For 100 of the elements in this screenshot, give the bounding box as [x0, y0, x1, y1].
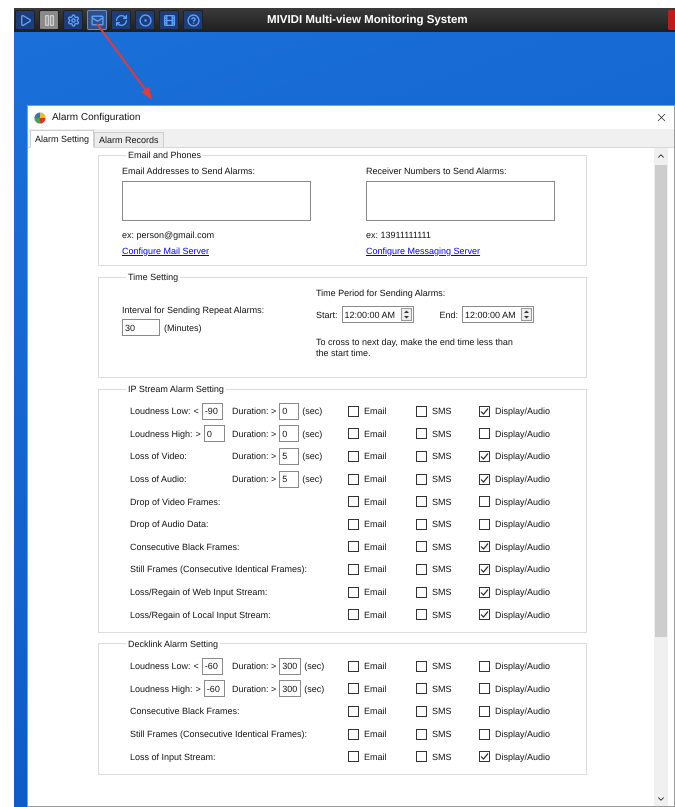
toolbar-button[interactable]: [135, 10, 155, 30]
toolbar-button[interactable]: [63, 10, 83, 30]
checkbox[interactable]: Display/Audio: [479, 496, 579, 508]
threshold-field[interactable]: -60: [204, 680, 225, 698]
checkbox[interactable]: SMS: [416, 751, 479, 762]
checkbox[interactable]: Email: [348, 609, 416, 620]
scrollbar-thumb[interactable]: [655, 165, 667, 637]
checkbox[interactable]: SMS: [416, 428, 479, 440]
checkbox[interactable]: Email: [348, 541, 416, 552]
checkbox[interactable]: Display/Audio: [479, 751, 579, 762]
checkbox[interactable]: Display/Audio: [479, 660, 579, 672]
checkbox[interactable]: SMS: [416, 541, 479, 552]
checkbox[interactable]: Email: [348, 706, 416, 717]
spin-arrows-icon[interactable]: [400, 308, 412, 321]
checkbox[interactable]: SMS: [416, 496, 479, 508]
configure-link[interactable]: Configure Messaging Server: [366, 246, 480, 256]
duration-label: Duration: >: [232, 428, 276, 439]
checkbox[interactable]: Display/Audio: [479, 609, 579, 620]
duration-field[interactable]: 0: [279, 425, 300, 442]
play-icon: [18, 14, 32, 26]
checkbox[interactable]: Email: [348, 450, 416, 462]
checkbox[interactable]: Email: [348, 496, 416, 508]
checkbox[interactable]: SMS: [416, 683, 479, 694]
film-strip-icon: [162, 14, 176, 26]
duration-label: Duration: >: [232, 451, 276, 462]
checkbox[interactable]: Email: [348, 428, 416, 440]
checkbox[interactable]: Display/Audio: [479, 586, 579, 598]
checkbox[interactable]: Email: [348, 518, 416, 530]
checkbox[interactable]: SMS: [416, 406, 479, 417]
operator-label: <: [194, 661, 199, 672]
checkbox[interactable]: Display/Audio: [479, 450, 579, 462]
time-spinner[interactable]: 12:00:00 AM: [462, 306, 534, 323]
operator-label: >: [196, 428, 201, 439]
tab[interactable]: Alarm Records: [94, 132, 164, 147]
checkbox[interactable]: Display/Audio: [479, 683, 579, 694]
group-title: Time Setting: [127, 272, 180, 282]
checkbox[interactable]: SMS: [416, 450, 479, 462]
checkbox[interactable]: Email: [348, 660, 416, 672]
checkbox[interactable]: SMS: [416, 660, 479, 672]
interval-field[interactable]: 30: [122, 319, 160, 336]
checkmark-icon: [480, 610, 489, 620]
alarm-label: Consecutive Black Frames:: [130, 542, 241, 552]
spin-arrows-icon[interactable]: [521, 308, 532, 321]
duration-field[interactable]: 0: [279, 402, 300, 420]
duration-field[interactable]: 300: [279, 658, 302, 675]
duration-label: Duration: >: [232, 661, 276, 672]
unit-label: (sec): [302, 474, 322, 484]
checkbox[interactable]: SMS: [416, 586, 479, 598]
checkbox[interactable]: Email: [348, 474, 416, 485]
duration-field[interactable]: 5: [279, 470, 300, 488]
checkbox[interactable]: Display/Audio: [479, 518, 579, 530]
checkbox[interactable]: Display/Audio: [479, 428, 579, 440]
alarm-label: Loss of Input Stream:: [130, 752, 217, 762]
time-spinner[interactable]: 12:00:00 AM: [342, 306, 414, 323]
checkmark-icon: [480, 474, 489, 484]
alarm-label: Consecutive Black Frames:: [130, 706, 241, 716]
checkbox[interactable]: SMS: [416, 518, 479, 530]
toolbar-button[interactable]: [15, 10, 35, 30]
checkbox[interactable]: SMS: [416, 609, 479, 620]
group-title: Decklink Alarm Setting: [127, 638, 220, 649]
checkmark-icon: [480, 452, 489, 461]
checkbox[interactable]: Email: [348, 564, 416, 575]
checkbox[interactable]: Display/Audio: [479, 728, 579, 740]
checkbox[interactable]: Email: [348, 406, 416, 417]
checkbox[interactable]: Display/Audio: [479, 474, 579, 485]
checkbox[interactable]: Display/Audio: [479, 706, 579, 717]
threshold-field[interactable]: -60: [202, 658, 223, 675]
duration-label: Duration: >: [232, 684, 276, 694]
checkbox[interactable]: SMS: [416, 706, 479, 717]
checkbox[interactable]: Display/Audio: [479, 406, 579, 417]
checkbox[interactable]: SMS: [416, 474, 479, 485]
checkmark-icon: [480, 406, 489, 416]
toolbar-button[interactable]: [183, 10, 203, 30]
checkbox[interactable]: Email: [348, 751, 416, 762]
checkbox[interactable]: SMS: [416, 728, 479, 740]
app-title: MIVIDI Multi-view Monitoring System: [267, 14, 468, 26]
configure-link[interactable]: Configure Mail Server: [122, 246, 210, 256]
checkbox[interactable]: Email: [348, 683, 416, 694]
threshold-field[interactable]: -90: [202, 402, 223, 420]
duration-field[interactable]: 5: [279, 448, 300, 465]
tab[interactable]: Alarm Setting: [30, 130, 94, 148]
alarm-label: Still Frames (Consecutive Identical Frames):: [130, 564, 308, 574]
pause-icon: [42, 14, 56, 26]
duration-field[interactable]: 300: [279, 680, 302, 698]
checkbox[interactable]: Display/Audio: [479, 564, 579, 575]
threshold-field[interactable]: 0: [204, 425, 225, 442]
alarm-label: Drop of Audio Data:: [130, 519, 210, 530]
alarm-label: Still Frames (Consecutive Identical Frames):: [130, 729, 308, 740]
checkbox[interactable]: SMS: [416, 564, 479, 575]
input-field[interactable]: [122, 181, 311, 221]
toolbar-button[interactable]: [159, 10, 179, 30]
checkbox[interactable]: Display/Audio: [479, 541, 579, 552]
toolbar-button[interactable]: [111, 10, 131, 30]
checkmark-icon: [480, 564, 489, 574]
input-field[interactable]: [366, 181, 555, 221]
app-logo-icon: [34, 112, 46, 124]
checkbox[interactable]: Email: [348, 728, 416, 740]
example-text: ex: 13911111111: [366, 230, 431, 240]
refresh-icon: [114, 14, 128, 26]
checkbox[interactable]: Email: [348, 586, 416, 598]
